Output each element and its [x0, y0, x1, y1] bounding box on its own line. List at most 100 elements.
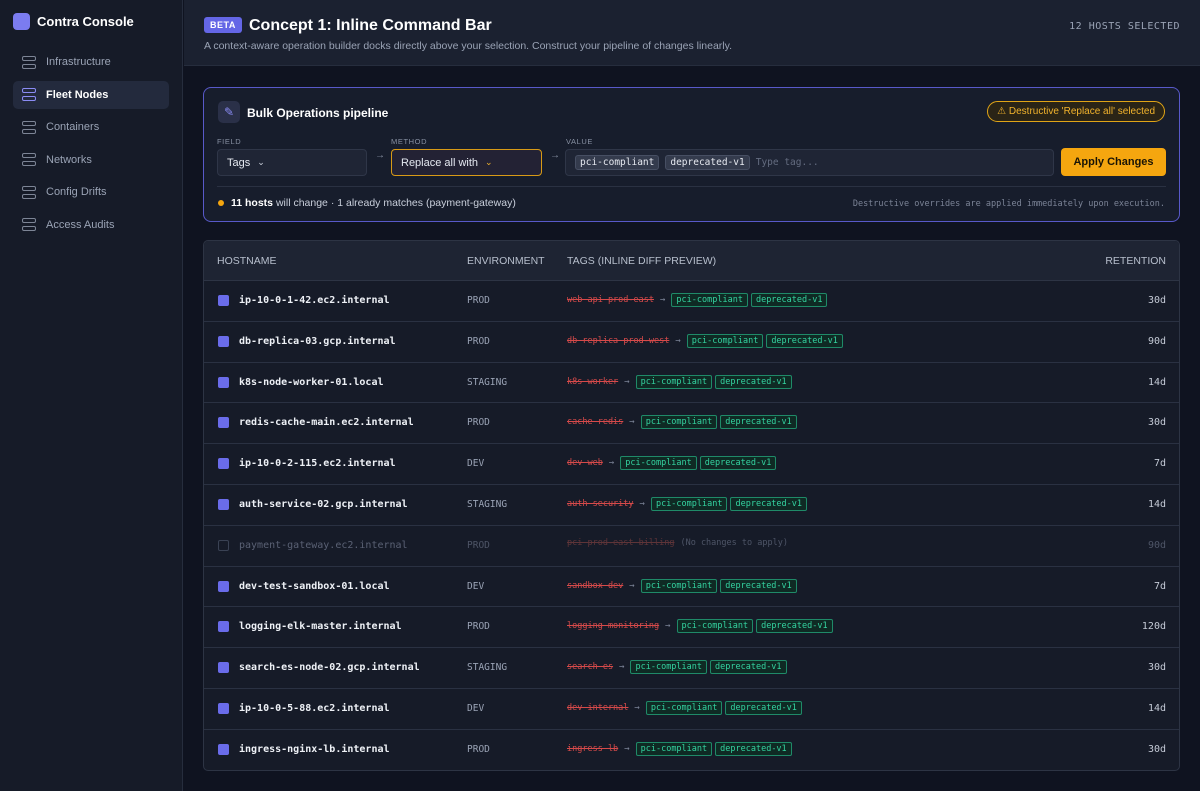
environment: PROD: [467, 743, 490, 755]
retention: 30d: [1147, 662, 1166, 674]
value-chip[interactable]: deprecated-v1: [665, 155, 750, 170]
sidebar-item-label: Networks: [46, 153, 92, 166]
table-row[interactable]: search-es-node-02.gcp.internal STAGING sea…: [204, 648, 1179, 689]
server-icon: [22, 88, 36, 101]
row-checkbox[interactable]: [218, 580, 229, 592]
server-icon: [22, 185, 36, 199]
added-tag: deprecated-v1: [730, 496, 808, 511]
table-row[interactable]: logging-elk-master.internal PROD logging m…: [204, 607, 1179, 649]
arrow-right-icon: →: [624, 743, 630, 754]
table-row[interactable]: k8s-node-worker-01.local STAGING k8s worke…: [204, 363, 1179, 404]
retention: 14d: [1147, 376, 1166, 388]
added-tag: deprecated-v1: [720, 578, 797, 593]
field-select-value: Tags: [227, 156, 251, 169]
field-label: FIELD: [217, 137, 242, 146]
hostname: redis-cache-main.ec2.internal: [239, 417, 414, 429]
removed-tags: search es: [567, 662, 614, 673]
column-header-hostname[interactable]: HOSTNAME: [217, 255, 277, 267]
sidebar-item-config-drifts[interactable]: Config Drifts: [13, 178, 169, 206]
column-header-tags[interactable]: TAGS (INLINE DIFF PREVIEW): [567, 255, 716, 267]
added-tag: pci-compliant: [635, 741, 713, 756]
arrow-right-icon: →: [660, 295, 666, 305]
removed-tags: cache redis: [567, 417, 624, 428]
removed-tags: k8s worker: [567, 376, 619, 387]
table-row[interactable]: dev-test-sandbox-01.local DEV sandbox dev →…: [204, 567, 1179, 608]
app-name: Contra Console: [37, 13, 134, 29]
method-select[interactable]: Replace all with ⌄: [391, 149, 542, 176]
tag-input-placeholder[interactable]: Type tag...: [756, 157, 819, 168]
warning-text: Destructive 'Replace all' selected: [1008, 106, 1155, 117]
removed-tags: dev internal: [567, 702, 629, 713]
added-tag: pci-compliant: [676, 619, 754, 634]
removed-tags: dev web: [567, 458, 603, 469]
retention: 30d: [1147, 743, 1166, 755]
table-row[interactable]: payment-gateway.ec2.internal PROD pci prod…: [204, 526, 1179, 567]
sidebar-item-access-audits[interactable]: Access Audits: [13, 211, 169, 239]
tags-diff: ingress lb → pci-compliant deprecated-v1: [567, 741, 795, 756]
value-chip[interactable]: pci-compliant: [575, 155, 660, 170]
row-checkbox[interactable]: [218, 621, 229, 633]
hosts-table: HOSTNAME ENVIRONMENT TAGS (INLINE DIFF P…: [203, 240, 1180, 771]
tag-value-input[interactable]: pci-compliant deprecated-v1 Type tag...: [565, 149, 1054, 176]
row-checkbox[interactable]: [218, 498, 229, 510]
row-checkbox[interactable]: [218, 417, 229, 429]
added-tag: pci-compliant: [640, 578, 718, 593]
sidebar-item-infrastructure[interactable]: Infrastructure: [13, 48, 169, 76]
hostname: payment-gateway.ec2.internal: [239, 539, 408, 551]
environment: PROD: [467, 621, 490, 633]
removed-tags: logging monitoring: [567, 621, 660, 632]
row-checkbox[interactable]: [218, 743, 229, 755]
added-tag: deprecated-v1: [720, 415, 797, 430]
table-row[interactable]: redis-cache-main.ec2.internal PROD cache r…: [204, 403, 1179, 445]
removed-tags: pci prod-east billing: [567, 537, 675, 548]
hostname: dev-test-sandbox-01.local: [239, 580, 390, 592]
sidebar-item-label: Containers: [46, 121, 100, 133]
row-checkbox[interactable]: [218, 539, 229, 551]
added-tag: deprecated-v1: [710, 660, 787, 675]
tags-diff: cache redis → pci-compliant deprecated-v1: [567, 415, 800, 430]
table-row[interactable]: ingress-nginx-lb.internal PROD ingress lb →…: [204, 730, 1179, 770]
table-row[interactable]: ip-10-0-2-115.ec2.internal DEV dev web → pci…: [204, 444, 1179, 485]
table-row[interactable]: ip-10-0-1-42.ec2.internal PROD web api pro…: [204, 281, 1179, 322]
tags-diff: dev internal → pci-compliant deprecated-v1: [567, 700, 805, 715]
retention: 90d: [1147, 539, 1166, 551]
warning-icon: ⚠: [997, 106, 1009, 117]
server-icon: [22, 120, 36, 134]
added-tag: pci-compliant: [635, 374, 713, 389]
table-row[interactable]: ip-10-0-5-88.ec2.internal DEV dev internal…: [204, 689, 1179, 730]
retention: 14d: [1147, 498, 1166, 510]
change-summary: 11 hosts will change · 1 already matches…: [231, 197, 516, 209]
beta-badge: BETA: [204, 17, 242, 33]
logo-icon: [13, 12, 30, 30]
summary-count: 11 hosts: [231, 197, 274, 209]
value-label: VALUE: [566, 137, 594, 146]
field-select[interactable]: Tags ⌄: [217, 149, 367, 176]
hostname: k8s-node-worker-01.local: [239, 376, 384, 388]
bulk-operations-panel: ✎ Bulk Operations pipeline ⚠ Destructive…: [203, 87, 1180, 222]
arrow-right-icon: →: [375, 150, 385, 161]
row-checkbox[interactable]: [218, 335, 229, 347]
row-checkbox[interactable]: [218, 458, 229, 470]
execution-note: Destructive overrides are applied immedi…: [852, 199, 1165, 209]
row-checkbox[interactable]: [218, 702, 229, 714]
column-header-environment[interactable]: ENVIRONMENT: [467, 255, 545, 267]
column-header-retention[interactable]: RETENTION: [1105, 255, 1166, 267]
environment: DEV: [467, 702, 485, 714]
row-checkbox[interactable]: [218, 376, 229, 388]
panel-title: Bulk Operations pipeline: [247, 106, 389, 120]
added-tag: pci-compliant: [671, 293, 748, 307]
server-icon: [22, 153, 36, 166]
table-row[interactable]: auth-service-02.gcp.internal STAGING auth …: [204, 485, 1179, 526]
table-row[interactable]: db-replica-03.gcp.internal PROD db replica…: [204, 322, 1179, 363]
tags-diff: dev web → pci-compliant deprecated-v1: [567, 456, 779, 471]
arrow-right-icon: →: [624, 376, 630, 387]
sidebar-item-fleet-nodes[interactable]: Fleet Nodes: [13, 80, 169, 109]
sidebar-item-containers[interactable]: Containers: [13, 113, 169, 141]
row-checkbox[interactable]: [218, 295, 229, 306]
row-checkbox[interactable]: [218, 662, 229, 674]
apply-changes-button[interactable]: Apply Changes: [1061, 148, 1166, 176]
tags-diff: search es → pci-compliant deprecated-v1: [567, 660, 790, 675]
hosts-selected-count: 12 HOSTS SELECTED: [1069, 21, 1180, 32]
arrow-right-icon: →: [665, 621, 671, 632]
sidebar-item-networks[interactable]: Networks: [13, 146, 169, 174]
